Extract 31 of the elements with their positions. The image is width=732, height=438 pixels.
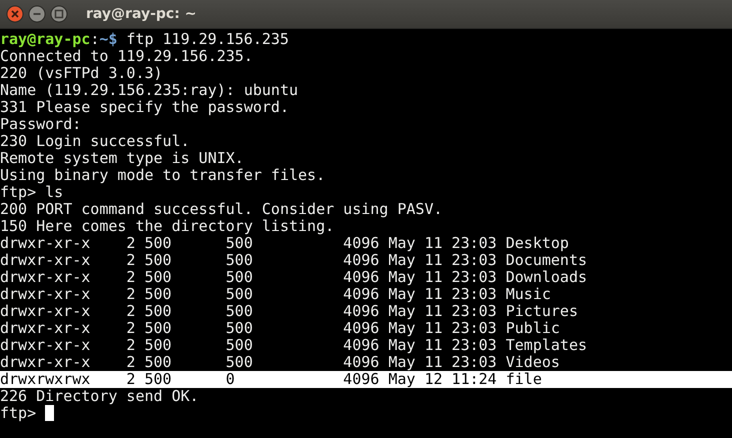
ftp-prompt: ftp> xyxy=(0,404,36,422)
directory-listing-row: drwxr-xr-x 2 500 500 4096 May 11 23:03 Desktop xyxy=(0,234,569,252)
prompt-symbol: $ xyxy=(108,30,118,48)
typed-command: ftp 119.29.156.235 xyxy=(126,30,289,48)
directory-listing-row: drwxr-xr-x 2 500 500 4096 May 11 23:03 Public xyxy=(0,319,560,337)
output-line: Connected to 119.29.156.235. xyxy=(0,47,253,65)
prompt-path: ~ xyxy=(99,30,108,48)
maximize-icon[interactable] xyxy=(50,5,68,23)
directory-listing-row: drwxr-xr-x 2 500 500 4096 May 11 23:03 Templates xyxy=(0,336,587,354)
directory-listing-row: drwxrwxrwx 2 500 0 4096 May 12 11:24 file xyxy=(0,371,732,388)
window-title: ray@ray-pc: ~ xyxy=(86,6,196,22)
close-icon[interactable] xyxy=(6,5,24,23)
output-line: 331 Please specify the password. xyxy=(0,98,289,116)
output-line: 226 Directory send OK. xyxy=(0,387,199,405)
prompt-separator: : xyxy=(90,30,100,48)
minimize-icon[interactable] xyxy=(28,5,46,23)
directory-listing-row: drwxr-xr-x 2 500 500 4096 May 11 23:03 Downloads xyxy=(0,268,587,286)
output-line: 220 (vsFTPd 3.0.3) xyxy=(0,64,163,82)
directory-listing-row: drwxr-xr-x 2 500 500 4096 May 11 23:03 Music xyxy=(0,285,551,303)
output-line: Password: xyxy=(0,115,82,133)
output-line: 200 PORT command successful. Consider using PASV. xyxy=(0,200,443,218)
output-line: Name (119.29.156.235:ray): ubuntu xyxy=(0,81,298,99)
output-line: Remote system type is UNIX. xyxy=(0,149,244,167)
output-line: ftp> ls xyxy=(0,183,64,201)
output-line: 150 Here comes the directory listing. xyxy=(0,217,334,235)
directory-listing-row: drwxr-xr-x 2 500 500 4096 May 11 23:03 Documents xyxy=(0,251,587,269)
output-line: Using binary mode to transfer files. xyxy=(0,166,326,184)
prompt-user-host: ray@ray-pc xyxy=(0,30,90,48)
output-line: 230 Login successful. xyxy=(0,132,190,150)
directory-listing-row: drwxr-xr-x 2 500 500 4096 May 11 23:03 Videos xyxy=(0,353,560,371)
directory-listing-row: drwxr-xr-x 2 500 500 4096 May 11 23:03 Pictures xyxy=(0,302,578,320)
